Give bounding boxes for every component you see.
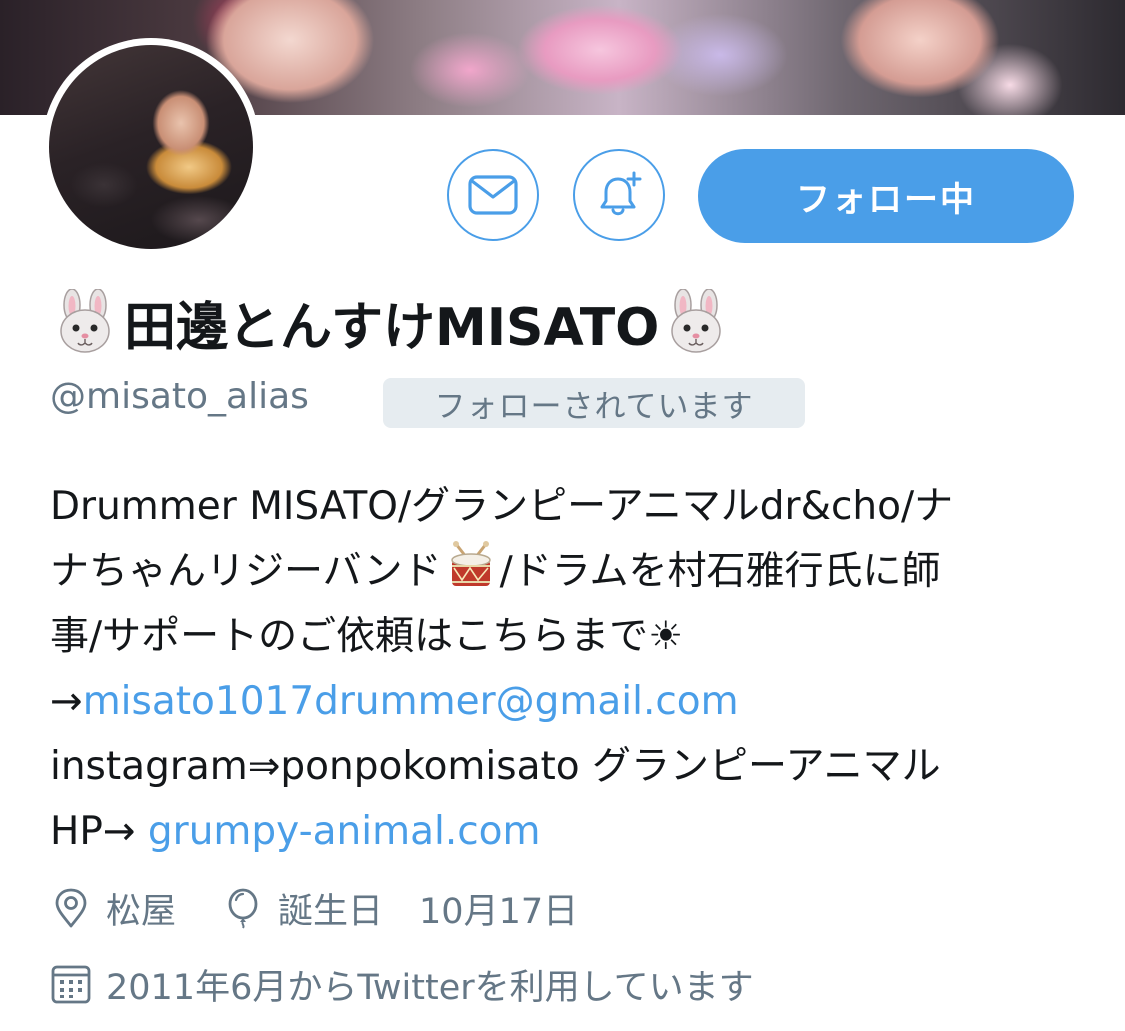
location-pin-icon (50, 887, 92, 929)
envelope-icon (468, 175, 518, 215)
profile-bio: Drummer MISATO/グランピーアニマルdr&cho/ナ ナちゃんリジー… (50, 474, 1090, 864)
avatar[interactable] (42, 38, 260, 256)
bio-text: HP→ (50, 809, 148, 854)
follows-you-badge: フォローされています (383, 378, 805, 428)
bio-line: →misato1017drummer@gmail.com (50, 669, 1090, 734)
bell-plus-icon (600, 171, 642, 216)
profile-meta-row: 2011年6月からTwitterを利用しています (50, 958, 754, 1010)
rabbit-face-icon (663, 289, 729, 355)
balloon-icon (222, 887, 264, 929)
following-button[interactable]: フォロー中 (698, 149, 1074, 243)
bio-line: ナちゃんリジーバンド /ドラムを村石雅行氏に師 (50, 539, 1090, 604)
email-link[interactable]: misato1017drummer@gmail.com (83, 679, 739, 724)
display-name: 田邊とんすけMISATO (124, 297, 660, 358)
profile-meta-row: 松屋 誕生日 10月17日 (50, 882, 578, 934)
bio-line: 事/サポートのご依頼はこちらまで☀ (50, 614, 684, 659)
avatar-photo (49, 45, 253, 249)
joined-date: 2011年6月からTwitterを利用しています (106, 967, 754, 1008)
bio-line: instagram⇒ponpokomisato グランピーアニマル (50, 744, 941, 789)
bio-text: → (50, 679, 83, 724)
drum-icon (446, 540, 496, 590)
notifications-button[interactable] (573, 149, 665, 241)
bio-line: HP→ grumpy-animal.com (50, 799, 1090, 864)
message-button[interactable] (447, 149, 539, 241)
display-name-row: 田邊とんすけMISATO (52, 282, 729, 362)
user-handle: @misato_alias (50, 376, 309, 417)
website-link[interactable]: grumpy-animal.com (148, 809, 541, 854)
rabbit-face-icon (52, 289, 118, 355)
location: 松屋 (106, 891, 177, 932)
calendar-icon (50, 963, 92, 1005)
bio-text: ナちゃんリジーバンド (50, 549, 442, 594)
bio-line: Drummer MISATO/グランピーアニマルdr&cho/ナ (50, 484, 954, 529)
bio-text: /ドラムを村石雅行氏に師 (499, 549, 941, 594)
birthday: 10月17日 (419, 891, 579, 932)
birthday-label: 誕生日 (278, 891, 384, 932)
